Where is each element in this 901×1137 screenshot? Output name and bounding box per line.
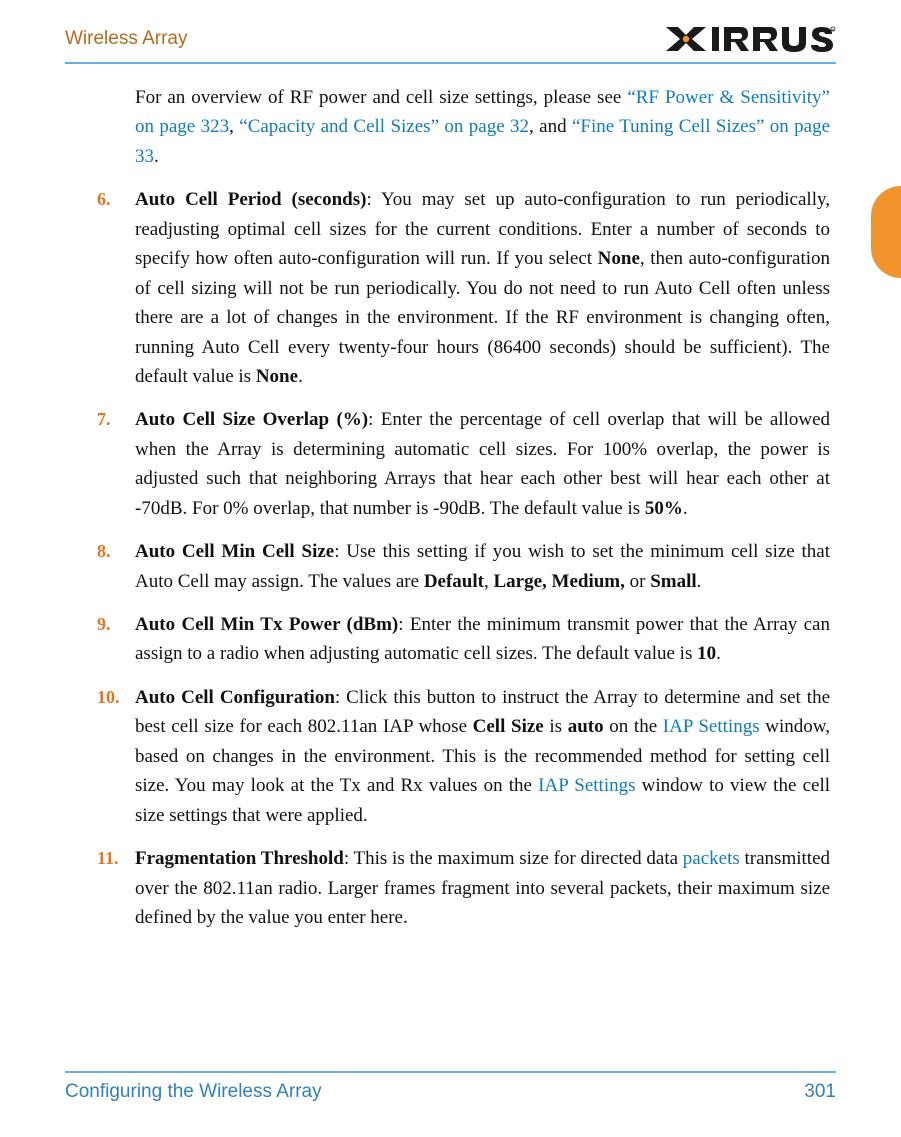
step-title: Auto Cell Min Cell Size bbox=[135, 541, 334, 562]
page-number: 301 bbox=[804, 1081, 836, 1103]
link-packets[interactable]: packets bbox=[683, 848, 740, 869]
header-divider bbox=[65, 62, 836, 64]
text: on the bbox=[604, 716, 663, 737]
step-text: Auto Cell Min Cell Size: Use this settin… bbox=[135, 537, 836, 596]
link-iap-settings[interactable]: IAP Settings bbox=[538, 775, 635, 796]
list-item: 7. Auto Cell Size Overlap (%): Enter the… bbox=[65, 405, 836, 523]
step-text: Auto Cell Min Tx Power (dBm): Enter the … bbox=[135, 610, 836, 669]
step-text: Auto Cell Period (seconds): You may set … bbox=[135, 185, 836, 391]
list-item: 9. Auto Cell Min Tx Power (dBm): Enter t… bbox=[65, 610, 836, 669]
text: . bbox=[683, 498, 688, 519]
footer-section-title: Configuring the Wireless Array bbox=[65, 1081, 322, 1103]
text: . bbox=[154, 146, 159, 167]
list-item: 6. Auto Cell Period (seconds): You may s… bbox=[65, 185, 836, 391]
list-item: 10. Auto Cell Configuration: Click this … bbox=[65, 683, 836, 830]
footer: Configuring the Wireless Array 301 bbox=[65, 1071, 836, 1103]
step-number: 6. bbox=[97, 185, 135, 391]
step-number: 9. bbox=[97, 610, 135, 669]
step-number: 7. bbox=[97, 405, 135, 523]
step-title: Fragmentation Threshold bbox=[135, 848, 344, 869]
bold-text: 10 bbox=[697, 643, 716, 664]
step-title: Auto Cell Size Overlap (%) bbox=[135, 409, 368, 430]
page: Wireless Array R For an overview o bbox=[0, 0, 901, 1137]
footer-divider bbox=[65, 1071, 836, 1073]
step-title: Auto Cell Configuration bbox=[135, 687, 335, 708]
header: Wireless Array R bbox=[65, 20, 836, 58]
bold-text: Large, Medium, bbox=[493, 571, 624, 592]
bold-text: auto bbox=[568, 716, 604, 737]
text: : This is the maximum size for directed … bbox=[344, 848, 683, 869]
link-iap-settings[interactable]: IAP Settings bbox=[663, 716, 760, 737]
step-number: 11. bbox=[97, 844, 135, 932]
step-number: 8. bbox=[97, 537, 135, 596]
text: . bbox=[298, 366, 303, 387]
list-item: 8. Auto Cell Min Cell Size: Use this set… bbox=[65, 537, 836, 596]
text: is bbox=[544, 716, 568, 737]
bold-text: 50% bbox=[645, 498, 683, 519]
list-item: 11. Fragmentation Threshold: This is the… bbox=[65, 844, 836, 932]
text: . bbox=[716, 643, 721, 664]
body-content: For an overview of RF power and cell siz… bbox=[65, 83, 836, 932]
step-title: Auto Cell Min Tx Power (dBm) bbox=[135, 614, 398, 635]
bold-text: Default bbox=[424, 571, 484, 592]
text: or bbox=[625, 571, 650, 592]
step-text: Auto Cell Size Overlap (%): Enter the pe… bbox=[135, 405, 836, 523]
side-tab-icon bbox=[871, 186, 901, 278]
text: For an overview of RF power and cell siz… bbox=[135, 87, 627, 108]
link-capacity[interactable]: “Capacity and Cell Sizes” on page 32 bbox=[239, 116, 529, 137]
step-title: Auto Cell Period (seconds) bbox=[135, 189, 366, 210]
step-text: Fragmentation Threshold: This is the max… bbox=[135, 844, 836, 932]
bold-text: Small bbox=[650, 571, 696, 592]
text: , bbox=[229, 116, 239, 137]
text: , and bbox=[529, 116, 572, 137]
text: . bbox=[697, 571, 702, 592]
bold-text: Cell Size bbox=[473, 716, 544, 737]
brand-logo: R bbox=[664, 24, 836, 54]
header-title: Wireless Array bbox=[65, 28, 187, 50]
step-number: 10. bbox=[97, 683, 135, 830]
bold-text: None bbox=[598, 248, 640, 269]
step-text: Auto Cell Configuration: Click this butt… bbox=[135, 683, 836, 830]
bold-text: None bbox=[256, 366, 298, 387]
intro-paragraph: For an overview of RF power and cell siz… bbox=[135, 83, 830, 171]
